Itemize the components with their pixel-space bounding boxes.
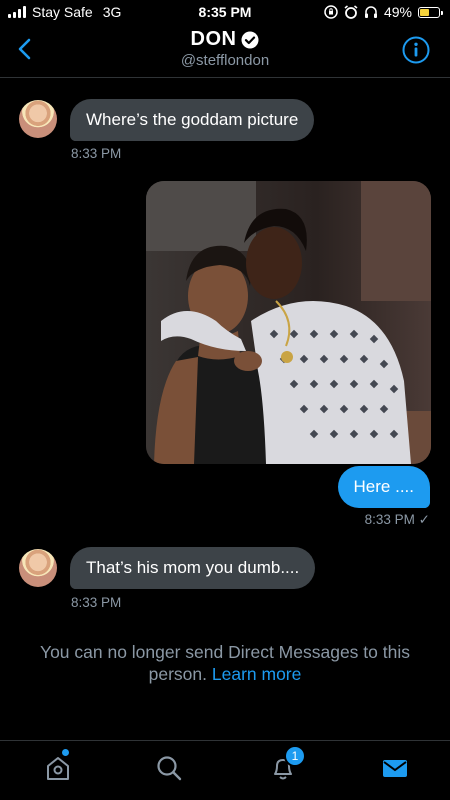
incoming-message-bubble[interactable]: That’s his mom you dumb.... [70,547,316,589]
avatar[interactable] [19,100,57,138]
photo-content [146,181,431,464]
outgoing-message-bubble[interactable]: Here .... [337,466,430,508]
status-right: 49% [324,4,443,20]
message-timestamp: 8:33 PM [71,146,122,161]
dm-restricted-notice: You can no longer send Direct Messages t… [20,641,430,685]
mail-icon[interactable] [380,753,410,783]
alarm-icon [344,5,358,19]
avatar[interactable] [19,549,57,587]
photo-image[interactable] [146,181,431,464]
search-icon[interactable] [154,753,184,783]
message-timestamp: 8:33 PM [71,595,122,610]
home-icon[interactable] [43,753,73,783]
page-title: DON [191,28,260,51]
message-timestamp: 8:33 PM ✓ [364,512,430,527]
headphones-icon [364,6,377,18]
battery-percent: 49% [383,4,412,20]
notifications-badge: 1 [284,745,306,767]
header-title-group[interactable]: DON @stefflondon [0,28,450,69]
verified-badge-icon [241,31,259,48]
status-bar: Stay Safe 3G 8:35 PM 49% [0,0,450,24]
home-new-dot [62,749,69,756]
orientation-lock-icon [324,5,338,19]
conversation-header: DON @stefflondon [0,24,450,78]
incoming-message-bubble[interactable]: Where’s the goddam picture [70,99,315,141]
info-icon[interactable] [402,36,430,64]
learn-more-link[interactable]: Learn more [212,664,302,684]
contact-handle: @stefflondon [180,52,270,69]
bottom-tab-bar: 1 [0,740,450,800]
battery-icon [418,6,443,18]
contact-name: DON [190,28,237,50]
